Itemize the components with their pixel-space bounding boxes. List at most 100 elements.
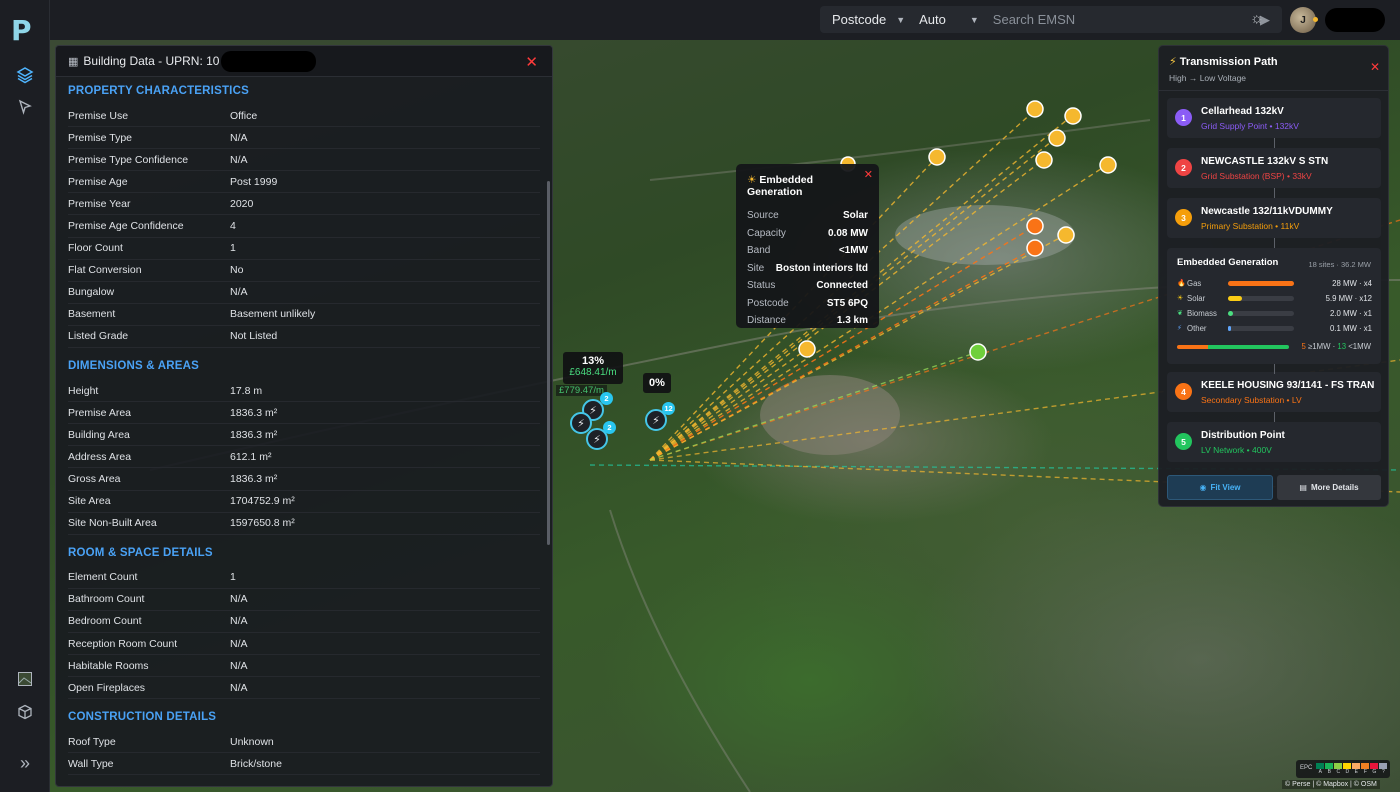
property-key: Premise Type Confidence [68, 153, 189, 166]
property-value: No [230, 264, 244, 277]
property-key: Premise Age Confidence [68, 220, 184, 233]
popup-row: Distance 1.3 km [747, 312, 868, 330]
property-row: Listed Grade Not Listed [68, 326, 540, 349]
transmission-node[interactable]: 3 Newcastle 132/11kVDUMMY Primary Substa… [1167, 198, 1381, 238]
property-key: Habitable Rooms [68, 659, 149, 672]
property-row: Height 17.8 m [68, 380, 540, 403]
popup-value: Connected [816, 280, 868, 292]
property-value: Unknown [230, 735, 274, 748]
popup-rows: Source Solar Capacity 0.08 MW Band <1MW Site Bo… [747, 207, 868, 330]
transmission-node[interactable]: 2 NEWCASTLE 132kV S STN Grid Substation … [1167, 148, 1381, 188]
more-details-button[interactable]: ▤ More Details [1277, 475, 1381, 500]
generation-row: ❦ Biomass 2.0 MW · x1 [1177, 307, 1372, 319]
popup-key: Band [747, 245, 771, 257]
transmission-node[interactable]: 1 Cellarhead 132kV Grid Supply Point • 1… [1167, 98, 1381, 138]
property-value: N/A [230, 659, 248, 672]
fit-view-button[interactable]: ◉ Fit View [1167, 475, 1273, 500]
transmission-node[interactable]: 5 Distribution Point LV Network • 400V [1167, 422, 1381, 462]
node-connector [1274, 188, 1275, 198]
property-row: Bedroom Count N/A [68, 611, 540, 633]
embedded-total-large [1177, 345, 1209, 349]
generation-bar [1228, 310, 1294, 316]
property-key: Site Non-Built Area [68, 517, 157, 530]
property-row: Premise Age Post 1999 [68, 171, 540, 194]
property-key: Reception Room Count [68, 637, 178, 650]
popup-row: Site Boston interiors ltd [747, 260, 868, 278]
property-row: Site Non-Built Area 1597650.8 m² [68, 513, 540, 535]
property-value: 1 [230, 571, 236, 584]
node-number: 4 [1175, 383, 1192, 400]
property-key: Gross Area [68, 472, 121, 485]
target-icon: ◉ [1199, 483, 1207, 492]
search-bar: Postcode ▼ Auto ▼ ▶ [820, 6, 1282, 33]
epc-grade: A [1316, 763, 1325, 775]
epc-grade: F [1361, 763, 1370, 775]
property-value: Not Listed [230, 330, 278, 343]
map-attribution[interactable]: © Perse | © Mapbox | © OSM [1282, 780, 1380, 789]
epc-grade-label: C [1336, 769, 1341, 775]
auto-select[interactable]: Auto ▼ [905, 12, 979, 27]
search-input[interactable] [992, 12, 1203, 27]
user-name-redacted[interactable] [1325, 8, 1385, 32]
node-description: Primary Substation • 11kV [1201, 221, 1300, 231]
property-row: Reception Room Count N/A [68, 633, 540, 656]
property-value: Basement unlikely [230, 308, 316, 321]
close-icon[interactable]: ✕ [1370, 60, 1380, 74]
property-key: Listed Grade [68, 330, 129, 343]
property-key: Element Count [68, 571, 138, 584]
close-icon[interactable]: ✕ [864, 168, 873, 181]
node-number: 5 [1175, 433, 1192, 450]
postcode-select[interactable]: Postcode ▼ [820, 12, 905, 27]
property-key: Address Area [68, 450, 132, 463]
more-details-label: More Details [1310, 483, 1359, 492]
transmission-node[interactable]: 4 KEELE HOUSING 93/1141 - FS TRAN Second… [1167, 372, 1381, 412]
3d-cube-icon[interactable] [10, 697, 40, 727]
epc-grade-label: F [1363, 769, 1367, 775]
node-name: KEELE HOUSING 93/1141 - FS TRAN [1201, 380, 1375, 391]
epc-legend: EPC A B C D E F G? [1296, 760, 1390, 778]
node-number: 1 [1175, 109, 1192, 126]
property-row: Premise Use Office [68, 105, 540, 128]
price-label-secondary: £779.47/m [556, 385, 607, 396]
property-key: Premise Age [68, 175, 128, 188]
popup-row: Band <1MW [747, 242, 868, 260]
leaf-icon: ❦ [1177, 310, 1183, 317]
generation-value: 5.9 MW · x12 [1325, 293, 1372, 303]
embedded-generation-summary: Embedded Generation 18 sites · 36.2 MW 🔥… [1167, 248, 1381, 364]
building-panel-body[interactable]: PROPERTY CHARACTERISTICS Premise Use Offic… [56, 77, 552, 776]
property-row: Site Area 1704752.9 m² [68, 491, 540, 513]
generation-row: 🔥 Gas 28 MW · x4 [1177, 277, 1372, 289]
embedded-site-count: 5 ≥1MW · 13 <1MW [1301, 342, 1371, 351]
embedded-summary: 18 sites · 36.2 MW [1308, 260, 1371, 269]
close-icon[interactable]: ✕ [525, 53, 538, 71]
node-number: 3 [1175, 209, 1192, 226]
expand-chevrons-icon[interactable]: » [10, 748, 40, 778]
panel-scrollbar[interactable] [547, 181, 550, 545]
property-row: Gross Area 1836.3 m² [68, 468, 540, 491]
property-row: Premise Age Confidence 4 [68, 215, 540, 238]
property-value: 1704752.9 m² [230, 495, 295, 508]
bolt-icon: ⚡ [1169, 56, 1177, 68]
property-value: 1 [230, 242, 236, 255]
popup-value: Boston interiors ltd [775, 262, 868, 274]
generation-value: 28 MW · x4 [1332, 278, 1372, 288]
cursor-select-icon[interactable] [10, 92, 40, 122]
epc-grade: D [1343, 763, 1352, 775]
satellite-view-icon[interactable] [10, 664, 40, 694]
theme-toggle-icon[interactable]: ☼ [1250, 10, 1264, 27]
node-name: NEWCASTLE 132kV S STN [1201, 156, 1329, 167]
pin-count-badge: 2 [603, 421, 616, 434]
section-rows: Roof Type Unknown Wall Type Brick/stone [68, 731, 540, 776]
popup-title: ☀ Embedded Generation [747, 174, 868, 198]
epc-grade: ? [1379, 763, 1388, 775]
layers-icon[interactable] [10, 60, 40, 90]
coverage-percent-2: 0% [649, 377, 665, 389]
coverage-percent: 13% [581, 355, 605, 367]
app-logo[interactable]: P [11, 14, 32, 47]
generation-row: ⚡ Other 0.1 MW · x1 [1177, 322, 1372, 334]
property-value: N/A [230, 681, 248, 694]
building-icon: ▦ [68, 55, 79, 68]
popup-key: Postcode [747, 297, 789, 309]
fit-view-label: Fit View [1210, 483, 1241, 492]
chevron-down-icon: ▼ [896, 14, 906, 25]
